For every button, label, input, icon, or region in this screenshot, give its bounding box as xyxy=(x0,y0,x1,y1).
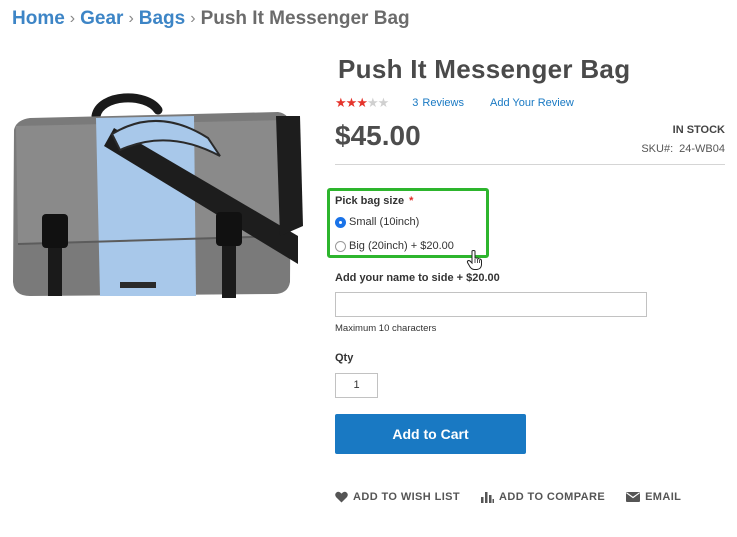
reviews-link[interactable]: Reviews xyxy=(422,97,464,109)
qty-input[interactable]: 1 xyxy=(335,373,378,398)
custom-name-note: Maximum 10 characters xyxy=(335,323,437,334)
star-filled-icon: ★ xyxy=(335,95,347,110)
rating-stars: ★★★★★ xyxy=(335,95,390,111)
product-price: $45.00 xyxy=(335,120,421,151)
star-filled-icon: ★ xyxy=(356,95,368,110)
radio-big[interactable] xyxy=(335,240,346,252)
bag-size-label: Pick bag size * xyxy=(335,195,413,207)
star-empty-icon: ★ xyxy=(366,95,379,110)
reviews-count-link[interactable]: 3 xyxy=(412,97,418,109)
bag-size-option-big-label: Big (20inch) + $20.00 xyxy=(349,240,454,252)
bar-chart-icon xyxy=(481,491,495,503)
bag-size-option-big[interactable]: Big (20inch) + $20.00 xyxy=(335,240,454,252)
breadcrumb-separator: › xyxy=(190,10,196,27)
required-marker: * xyxy=(409,195,414,207)
heart-icon xyxy=(335,491,348,503)
stock-status: IN STOCK xyxy=(672,124,725,136)
add-to-compare-link[interactable]: ADD TO COMPARE xyxy=(481,491,605,503)
compare-label: ADD TO COMPARE xyxy=(499,491,606,503)
envelope-icon xyxy=(626,492,641,502)
product-sku: SKU#: 24-WB04 xyxy=(641,143,725,155)
divider xyxy=(335,164,725,165)
product-actions: ADD TO WISH LIST ADD TO COMPARE EMAIL xyxy=(335,491,702,503)
product-image[interactable] xyxy=(8,86,308,304)
add-review-link[interactable]: Add Your Review xyxy=(490,97,574,109)
wishlist-label: ADD TO WISH LIST xyxy=(353,491,461,503)
star-empty-icon: ★ xyxy=(377,95,390,110)
product-rating: ★★★★★ 3 Reviews Add Your Review xyxy=(335,95,574,111)
breadcrumb-separator: › xyxy=(69,10,76,27)
star-filled-icon: ★ xyxy=(345,95,358,110)
radio-small[interactable] xyxy=(335,216,346,228)
email-label: EMAIL xyxy=(645,491,682,503)
custom-name-input[interactable] xyxy=(335,292,647,317)
add-to-cart-button[interactable]: Add to Cart xyxy=(335,414,526,454)
bag-size-option-small-label: Small (10inch) xyxy=(349,216,420,228)
breadcrumb-bags[interactable]: Bags xyxy=(139,8,185,30)
breadcrumb-gear[interactable]: Gear xyxy=(80,8,123,30)
qty-label: Qty xyxy=(335,352,354,364)
custom-name-label: Add your name to side + $20.00 xyxy=(335,272,500,284)
breadcrumb-current: Push It Messenger Bag xyxy=(200,8,410,29)
bag-size-label-text: Pick bag size xyxy=(335,195,405,207)
email-link[interactable]: EMAIL xyxy=(626,491,681,503)
breadcrumb: Home › Gear › Bags › Push It Messenger B… xyxy=(12,8,410,30)
sku-label: SKU#: xyxy=(641,143,674,155)
breadcrumb-home[interactable]: Home xyxy=(12,8,65,30)
hand-pointer-icon xyxy=(466,250,482,270)
add-to-wishlist-link[interactable]: ADD TO WISH LIST xyxy=(335,491,460,503)
bag-size-option-small[interactable]: Small (10inch) xyxy=(335,216,419,228)
product-title: Push It Messenger Bag xyxy=(338,54,631,84)
sku-value: 24-WB04 xyxy=(679,143,725,155)
breadcrumb-separator: › xyxy=(128,10,134,27)
